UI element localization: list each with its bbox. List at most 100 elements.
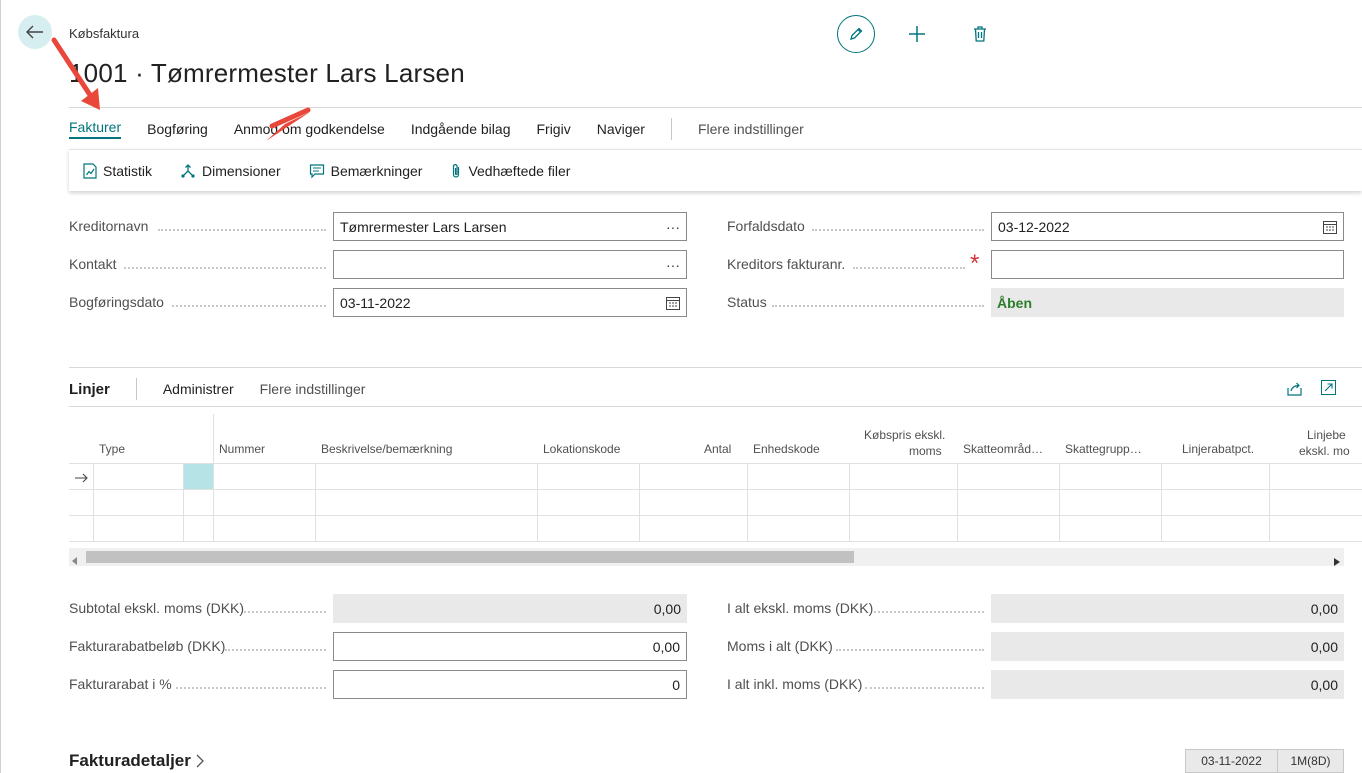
fakturarabatbelob-value: 0,00 [652, 638, 680, 655]
kontakt-label: Kontakt [69, 256, 117, 272]
selected-cell[interactable] [184, 464, 213, 489]
required-asterisk-icon: * [970, 250, 980, 277]
leader-dots [158, 229, 326, 231]
grid-col-border [957, 464, 958, 542]
menu-more-options[interactable]: Flere indstillinger [698, 121, 804, 137]
lines-grid: Type Nummer Beskrivelse/bemærkning Lokat… [69, 414, 1362, 542]
col-header-lokationskode[interactable]: Lokationskode [543, 442, 620, 456]
lines-header: Linjer Administrer Flere indstillinger [69, 378, 391, 400]
statistik-button[interactable]: Statistik [83, 163, 152, 179]
kreditors-fakturanr-field[interactable] [991, 250, 1344, 279]
kreditornavn-label: Kreditornavn [69, 218, 149, 234]
trash-icon [974, 26, 986, 42]
lines-divider [69, 367, 1362, 368]
current-row-arrow-icon [75, 470, 89, 486]
grid-col-border [1059, 464, 1060, 542]
expand-icon[interactable] [1321, 380, 1336, 398]
status-field: Åben [991, 288, 1344, 317]
col-header-kobspris[interactable]: Købspris ekskl. [864, 428, 945, 442]
fakturarabatbelob-label: Fakturarabatbeløb (DKK) [69, 638, 226, 654]
share-icon[interactable] [1287, 380, 1303, 399]
col-header-skattegruppe[interactable]: Skattegrupp… [1065, 442, 1142, 456]
delete-button[interactable] [968, 22, 992, 46]
subtotal-value: 0,00 [653, 600, 681, 617]
calendar-icon[interactable] [1323, 220, 1337, 234]
plus-icon [909, 26, 925, 42]
menu-frigiv[interactable]: Frigiv [536, 121, 570, 137]
kreditors-fakturanr-label: Kreditors fakturanr. [727, 256, 846, 272]
fakturadetaljer-title: Fakturadetaljer [69, 751, 191, 770]
leader-dots [836, 649, 984, 651]
status-value: Åben [997, 294, 1032, 311]
ialt-inkl-field: 0,00 [991, 670, 1344, 699]
ialt-ekskl-value: 0,00 [1310, 600, 1338, 617]
scroll-right-icon[interactable] [1334, 553, 1340, 569]
annotation-arrow-dimensioner [267, 107, 311, 140]
bemaerkninger-label: Bemærkninger [330, 162, 423, 179]
leader-dots [225, 649, 326, 651]
bogforingsdato-value: 03-11-2022 [340, 294, 411, 311]
grid-row-border [69, 515, 1362, 516]
col-header-skatteomrade[interactable]: Skatteområd… [963, 442, 1043, 456]
fakturadetaljer-header[interactable]: Fakturadetaljer [69, 751, 205, 771]
grid-col-border [93, 464, 94, 542]
kontakt-field[interactable]: ··· [333, 250, 687, 279]
calendar-icon[interactable] [666, 296, 680, 310]
grid-col-border [1269, 464, 1270, 542]
bogforingsdato-field[interactable]: 03-11-2022 [333, 288, 687, 317]
lines-manage-button[interactable]: Administrer [163, 381, 234, 397]
grid-row-border [69, 541, 1362, 542]
forfaldsdato-label: Forfaldsdato [727, 218, 805, 234]
leader-dots [812, 229, 984, 231]
menu-indgaende-bilag[interactable]: Indgående bilag [411, 121, 511, 137]
vedhaeftede-filer-button[interactable]: Vedhæftede filer [450, 163, 570, 179]
grid-row-border [69, 463, 1362, 464]
leader-dots [176, 687, 326, 689]
moms-label: Moms i alt (DKK) [727, 638, 833, 654]
ialt-inkl-label: I alt inkl. moms (DKK) [727, 676, 863, 692]
leader-dots [124, 267, 326, 269]
edit-button[interactable] [837, 15, 875, 53]
moms-value: 0,00 [1310, 638, 1338, 655]
subtotal-field: 0,00 [333, 594, 687, 623]
bogforingsdato-label: Bogføringsdato [69, 294, 164, 310]
fakturarabat-pct-value: 0 [672, 676, 680, 693]
menu-naviger[interactable]: Naviger [597, 121, 645, 137]
grid-col-border [213, 414, 214, 542]
lines-more-options[interactable]: Flere indstillinger [260, 381, 366, 397]
new-button[interactable] [905, 22, 929, 46]
ialt-ekskl-label: I alt ekskl. moms (DKK) [727, 600, 874, 616]
dimensions-icon [181, 163, 195, 178]
col-header-type[interactable]: Type [99, 442, 125, 456]
statistics-icon [83, 162, 97, 179]
paperclip-icon [453, 163, 460, 178]
col-header-linjebelob-moms: ekskl. mo [1299, 444, 1350, 458]
scrollbar-thumb[interactable] [86, 551, 854, 563]
col-header-linjebelob[interactable]: Linjebe [1307, 428, 1346, 442]
grid-col-border [639, 464, 640, 542]
fakturarabat-pct-field[interactable]: 0 [333, 670, 687, 699]
menu-separator [670, 118, 672, 140]
vedhaeftede-filer-label: Vedhæftede filer [468, 162, 571, 179]
statistik-label: Statistik [103, 162, 153, 179]
dimensioner-button[interactable]: Dimensioner [180, 163, 281, 179]
lookup-ellipsis-icon[interactable]: ··· [666, 219, 680, 235]
bemaerkninger-button[interactable]: Bemærkninger [309, 162, 423, 179]
col-header-kobspris-moms: moms [909, 444, 942, 458]
lines-title[interactable]: Linjer [69, 381, 110, 398]
kreditornavn-field[interactable]: Tømrermester Lars Larsen ··· [333, 212, 687, 241]
action-bar: Statistik Dimensioner Bemærkninger Vedhæ… [69, 149, 1362, 191]
forfaldsdato-field[interactable]: 03-12-2022 [991, 212, 1344, 241]
col-header-nummer[interactable]: Nummer [219, 442, 265, 456]
col-header-antal[interactable]: Antal [704, 442, 731, 456]
col-header-enhedskode[interactable]: Enhedskode [753, 442, 820, 456]
pencil-icon [850, 27, 863, 40]
fakturarabatbelob-field[interactable]: 0,00 [333, 632, 687, 661]
grid-col-border [1161, 464, 1162, 542]
lookup-ellipsis-icon[interactable]: ··· [666, 257, 680, 273]
col-header-linjerabatpct[interactable]: Linjerabatpct. [1182, 442, 1254, 456]
leader-dots [874, 611, 984, 613]
details-date-badge: 03-11-2022 [1185, 749, 1278, 773]
col-header-beskrivelse[interactable]: Beskrivelse/bemærkning [321, 442, 452, 456]
scroll-left-icon[interactable] [72, 552, 78, 568]
